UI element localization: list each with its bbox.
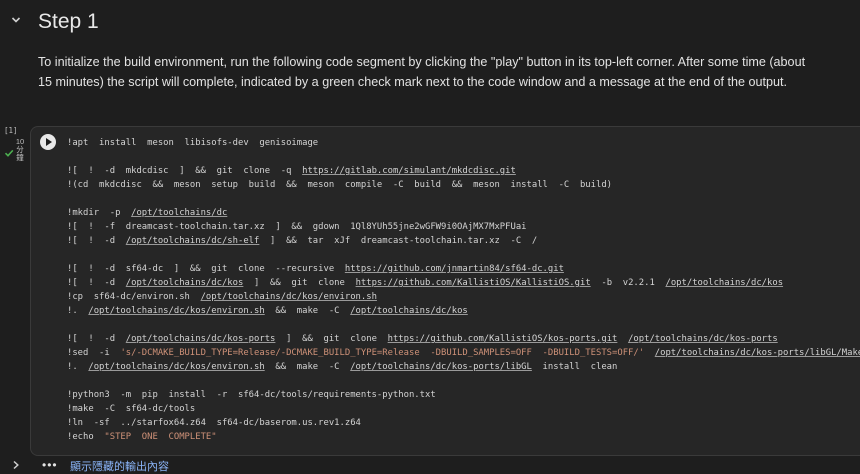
code-line: ![ ! -d /opt/toolchains/dc/kos ] && git … xyxy=(67,276,860,290)
code-line: !. /opt/toolchains/dc/kos/environ.sh && … xyxy=(67,360,860,374)
code-text: ![ ! -d xyxy=(67,278,126,288)
chevron-right-icon[interactable] xyxy=(12,460,20,470)
code-line: ![ ! -f dreamcast-toolchain.tar.xz ] && … xyxy=(67,220,860,234)
code-line: !echo "STEP ONE COMPLETE" xyxy=(67,430,860,444)
code-cell[interactable]: !apt install meson libisofs-dev genisoim… xyxy=(30,126,860,456)
section-heading: Step 1 xyxy=(0,8,860,38)
code-line: ![ ! -d mkdcdisc ] && git clone -q https… xyxy=(67,164,860,178)
code-string: 's/-DCMAKE_BUILD_TYPE=Release/-DCMAKE_BU… xyxy=(120,348,645,358)
code-text: !echo xyxy=(67,432,105,442)
code-text: ![ ! -d xyxy=(67,334,126,344)
code-text: !python3 -m pip install -r sf64-dc/tools… xyxy=(67,390,436,400)
code-text: -b v2.2.1 xyxy=(590,278,666,288)
code-line: !. /opt/toolchains/dc/kos/environ.sh && … xyxy=(67,304,860,318)
code-text: ![ ! -d xyxy=(67,236,126,246)
code-editor[interactable]: !apt install meson libisofs-dev genisoim… xyxy=(67,136,860,444)
code-line: ![ ! -d sf64-dc ] && git clone --recursi… xyxy=(67,262,860,276)
code-link[interactable]: /opt/toolchains/dc/kos/environ.sh xyxy=(88,306,264,316)
section-title: Step 1 xyxy=(38,10,99,33)
code-text: !apt install meson libisofs-dev genisoim… xyxy=(67,138,319,148)
code-line: !mkdir -p /opt/toolchains/dc xyxy=(67,206,860,220)
hidden-output-bar: ••• 顯示隱藏的輸出內容 xyxy=(0,456,860,474)
code-text: !. xyxy=(67,362,89,372)
more-horiz-icon[interactable]: ••• xyxy=(42,458,58,472)
code-line: !python3 -m pip install -r sf64-dc/tools… xyxy=(67,388,860,402)
code-text: && make -C xyxy=(264,306,351,316)
code-link[interactable]: /opt/toolchains/dc/kos-ports/libGL xyxy=(350,362,532,372)
code-link[interactable]: /opt/toolchains/dc/kos-ports xyxy=(628,334,778,344)
code-text: ![ ! -d mkdcdisc ] && git clone -q xyxy=(67,166,303,176)
code-text: ] && git clone xyxy=(243,278,356,288)
code-text: ] && git clone xyxy=(275,334,388,344)
code-text: install clean xyxy=(531,362,618,372)
code-line: !apt install meson libisofs-dev genisoim… xyxy=(67,136,860,150)
code-text: ] && tar xJf dreamcast-toolchain.tar.xz … xyxy=(259,236,538,246)
code-link[interactable]: /opt/toolchains/dc/kos xyxy=(126,278,244,288)
chevron-down-icon[interactable] xyxy=(10,14,22,26)
code-line: !(cd mkdcdisc && meson setup build && me… xyxy=(67,178,860,192)
code-link[interactable]: /opt/toolchains/dc/kos xyxy=(665,278,783,288)
code-line: !ln -sf ../starfox64.z64 sf64-dc/baserom… xyxy=(67,416,860,430)
code-link[interactable]: https://gitlab.com/simulant/mkdcdisc.git xyxy=(302,166,516,176)
execution-time-unit-2: 鐘 xyxy=(16,153,24,162)
code-link[interactable]: /opt/toolchains/dc/kos/environ.sh xyxy=(201,292,377,302)
code-text: !mkdir -p xyxy=(67,208,132,218)
code-text: ![ ! -f dreamcast-toolchain.tar.xz ] && … xyxy=(67,222,527,232)
show-hidden-output-link[interactable]: 顯示隱藏的輸出內容 xyxy=(70,458,169,474)
code-text: !. xyxy=(67,306,89,316)
execution-count: [1] xyxy=(4,126,18,135)
code-text: && make -C xyxy=(264,362,351,372)
code-line: ![ ! -d /opt/toolchains/dc/kos-ports ] &… xyxy=(67,332,860,346)
cell-gutter: [1] 10 分 鐘 xyxy=(4,126,30,162)
code-link[interactable]: https://github.com/KallistiOS/kos-ports.… xyxy=(388,334,618,344)
code-text: ![ ! -d sf64-dc ] && git clone --recursi… xyxy=(67,264,345,274)
execution-time: 10 分 鐘 xyxy=(12,138,28,162)
code-text: !make -C sf64-dc/tools xyxy=(67,404,196,414)
code-link[interactable]: /opt/toolchains/dc/sh-elf xyxy=(126,236,260,246)
play-icon[interactable] xyxy=(40,134,56,150)
code-link[interactable]: /opt/toolchains/dc/kos-ports/libGL/Makef… xyxy=(655,348,860,358)
code-link[interactable]: /opt/toolchains/dc/kos/environ.sh xyxy=(88,362,264,372)
code-line: !cp sf64-dc/environ.sh /opt/toolchains/d… xyxy=(67,290,860,304)
code-text: !sed -i xyxy=(67,348,121,358)
code-line: !sed -i 's/-DCMAKE_BUILD_TYPE=Release/-D… xyxy=(67,346,860,360)
code-line: !make -C sf64-dc/tools xyxy=(67,402,860,416)
code-text: !ln -sf ../starfox64.z64 sf64-dc/baserom… xyxy=(67,418,361,428)
intro-paragraph: To initialize the build environment, run… xyxy=(38,55,806,89)
code-string: "STEP ONE COMPLETE" xyxy=(104,432,217,442)
code-link[interactable]: /opt/toolchains/dc xyxy=(131,208,227,218)
code-text: !cp sf64-dc/environ.sh xyxy=(67,292,201,302)
code-line: ![ ! -d /opt/toolchains/dc/sh-elf ] && t… xyxy=(67,234,860,248)
code-link[interactable]: /opt/toolchains/dc/kos xyxy=(350,306,468,316)
code-link[interactable]: https://github.com/jnmartin84/sf64-dc.gi… xyxy=(345,264,564,274)
code-link[interactable]: https://github.com/KallistiOS/KallistiOS… xyxy=(356,278,591,288)
code-text: !(cd mkdcdisc && meson setup build && me… xyxy=(67,180,613,190)
code-link[interactable]: /opt/toolchains/dc/kos-ports xyxy=(126,334,276,344)
